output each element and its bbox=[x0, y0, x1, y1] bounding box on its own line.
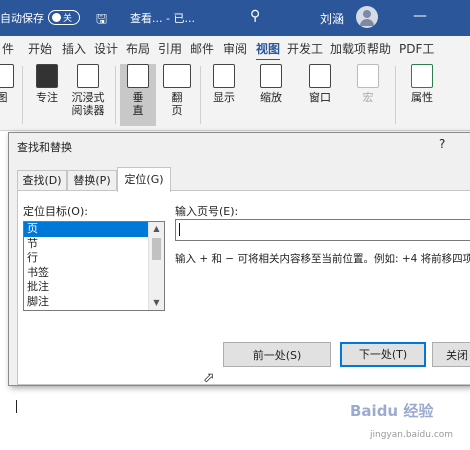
list-item[interactable]: 脚注 bbox=[24, 295, 148, 310]
ribbon-tabs: 件 开始 插入 设计 布局 引用 邮件 审阅 视图 开发工 加载项 帮助 PDF… bbox=[0, 36, 470, 62]
immersive-reader-label-2: 阅读器 bbox=[71, 104, 105, 117]
macro-button[interactable]: 宏 bbox=[350, 64, 386, 104]
zoom-label: 缩放 bbox=[260, 91, 282, 104]
goto-hint: 输入 + 和 − 可将相关内容移至当前位置。例如: +4 将前移四项。 bbox=[175, 253, 470, 265]
macro-label: 宏 bbox=[362, 91, 374, 104]
mouse-pointer-icon: ⬀ bbox=[203, 370, 215, 386]
page-number-label: 输入页号(E): bbox=[175, 205, 239, 218]
user-name: 刘涵 bbox=[320, 12, 345, 26]
scroll-thumb[interactable] bbox=[152, 238, 161, 260]
ribbon-separator bbox=[115, 66, 116, 124]
list-item[interactable]: 行 bbox=[24, 251, 148, 266]
window-label: 窗口 bbox=[309, 91, 331, 104]
immersive-reader-label-1: 沉浸式 bbox=[71, 91, 105, 104]
help-button[interactable]: ? bbox=[439, 137, 445, 151]
list-item[interactable]: 页 bbox=[24, 222, 148, 237]
tab-help[interactable]: 帮助 bbox=[367, 40, 391, 57]
vertical-label-1: 垂 bbox=[132, 91, 144, 104]
goto-target-list[interactable]: 页 节 行 书签 批注 脚注 ▲ ▼ bbox=[23, 221, 165, 311]
page-number-input[interactable] bbox=[175, 219, 470, 241]
toggle-state: 关 bbox=[63, 14, 73, 24]
user-avatar[interactable] bbox=[356, 6, 378, 28]
page-flip-label-2: 页 bbox=[171, 104, 183, 117]
properties-button[interactable]: 属性 bbox=[404, 64, 440, 104]
magnifier-icon bbox=[260, 64, 282, 88]
list-item[interactable]: 批注 bbox=[24, 280, 148, 295]
ribbon-separator bbox=[395, 66, 396, 124]
list-item[interactable]: 节 bbox=[24, 237, 148, 252]
close-button[interactable]: 关闭 bbox=[432, 342, 470, 367]
tab-review[interactable]: 审阅 bbox=[223, 40, 247, 57]
next-button[interactable]: 下一处(T) bbox=[340, 342, 426, 367]
ribbon: 图 专注 沉浸式 阅读器 垂 直 翻 页 显示 缩放 窗口 宏 属性 bbox=[0, 60, 470, 131]
tab-pdf[interactable]: PDF工 bbox=[399, 40, 434, 57]
tab-home[interactable]: 开始 bbox=[28, 40, 52, 57]
zoom-button[interactable]: 缩放 bbox=[253, 64, 289, 104]
list-scrollbar[interactable]: ▲ ▼ bbox=[148, 222, 164, 310]
tab-insert[interactable]: 插入 bbox=[62, 40, 86, 57]
tab-addins[interactable]: 加载项 bbox=[330, 40, 366, 57]
watermark-logo: Baidu 经验 bbox=[350, 402, 434, 420]
goto-target-label: 定位目标(O): bbox=[23, 205, 88, 218]
ribbon-partial-label: 图 bbox=[0, 91, 8, 104]
vertical-label-2: 直 bbox=[132, 104, 144, 117]
tab-view[interactable]: 视图 bbox=[256, 40, 281, 62]
toggle-knob bbox=[52, 13, 61, 22]
focus-button[interactable]: 专注 bbox=[30, 64, 64, 104]
vertical-page-icon bbox=[127, 64, 149, 88]
autosave-toggle[interactable]: 关 bbox=[48, 10, 80, 25]
dialog-title: 查找和替换 bbox=[17, 141, 72, 154]
window-button[interactable]: 窗口 bbox=[302, 64, 338, 104]
tab-mailings[interactable]: 邮件 bbox=[190, 40, 214, 57]
show-label: 显示 bbox=[213, 91, 235, 104]
properties-icon bbox=[411, 64, 433, 88]
previous-button[interactable]: 前一处(S) bbox=[223, 342, 331, 367]
tab-file-partial[interactable]: 件 bbox=[2, 40, 14, 57]
immersive-reader-button[interactable]: 沉浸式 阅读器 bbox=[66, 64, 110, 117]
tab-references[interactable]: 引用 bbox=[158, 40, 182, 57]
page-flip-button[interactable]: 翻 页 bbox=[160, 64, 194, 117]
ribbon-separator bbox=[200, 66, 201, 124]
search-icon[interactable]: ⚲ bbox=[250, 8, 260, 24]
properties-label: 属性 bbox=[411, 91, 433, 104]
ribbon-separator bbox=[22, 66, 23, 124]
window-icon bbox=[309, 64, 331, 88]
tab-goto[interactable]: 定位(G) bbox=[117, 167, 171, 192]
title-bar: 自动保存 关 🖫 查看... - 已... ⚲ 刘涵 — bbox=[0, 0, 470, 36]
macro-icon bbox=[357, 64, 379, 88]
tab-layout[interactable]: 布局 bbox=[126, 40, 150, 57]
autosave-label: 自动保存 bbox=[0, 12, 44, 25]
input-caret bbox=[179, 223, 180, 236]
focus-label: 专注 bbox=[36, 91, 58, 104]
goto-panel: 定位目标(O): 页 节 行 书签 批注 脚注 ▲ ▼ 输入页号(E): 输入 … bbox=[17, 190, 470, 385]
book-speaker-icon bbox=[77, 64, 99, 88]
focus-icon bbox=[36, 64, 58, 88]
page-flip-label-1: 翻 bbox=[171, 91, 183, 104]
tab-developer[interactable]: 开发工 bbox=[287, 40, 323, 57]
save-icon[interactable]: 🖫 bbox=[96, 10, 107, 32]
tab-replace[interactable]: 替换(P) bbox=[67, 170, 117, 191]
minimize-icon[interactable]: — bbox=[413, 8, 427, 24]
ribbon-partial-button[interactable]: 图 bbox=[0, 64, 14, 104]
open-book-icon bbox=[163, 64, 191, 88]
document-icon bbox=[0, 64, 14, 88]
list-item[interactable]: 书签 bbox=[24, 266, 148, 281]
scroll-up-icon[interactable]: ▲ bbox=[149, 222, 164, 236]
show-button[interactable]: 显示 bbox=[206, 64, 242, 104]
find-replace-dialog: 查找和替换 ? 查找(D) 替换(P) 定位(G) 定位目标(O): 页 节 行… bbox=[8, 132, 470, 386]
text-cursor bbox=[16, 400, 17, 413]
tab-design[interactable]: 设计 bbox=[94, 40, 118, 57]
show-icon bbox=[213, 64, 235, 88]
vertical-button[interactable]: 垂 直 bbox=[120, 64, 156, 126]
tab-find[interactable]: 查找(D) bbox=[17, 170, 67, 191]
document-title: 查看... - 已... bbox=[130, 12, 195, 25]
watermark-url: jingyan.baidu.com bbox=[370, 430, 454, 440]
scroll-down-icon[interactable]: ▼ bbox=[149, 296, 164, 310]
